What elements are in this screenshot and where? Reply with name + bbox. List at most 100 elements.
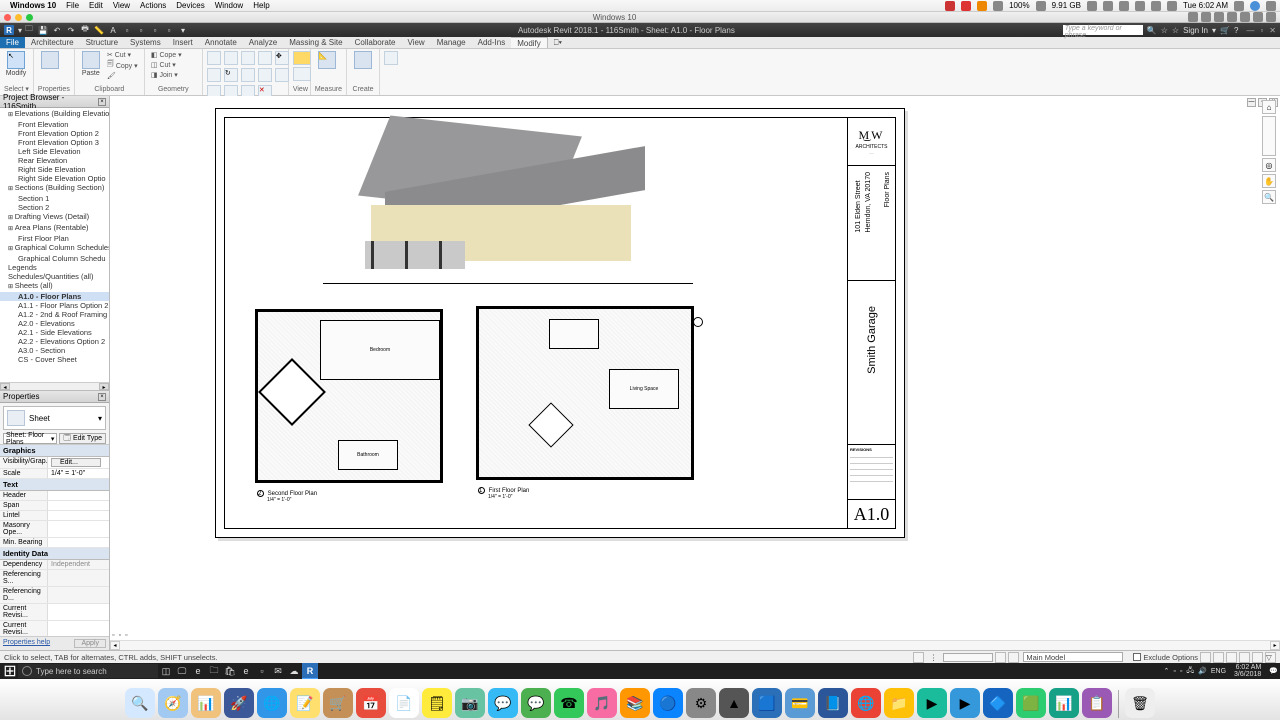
revit-taskbar-icon[interactable]: R [302,663,318,679]
taskbar-search-input[interactable]: Type here to search [18,664,158,678]
mac-menu-window[interactable]: Window [215,1,243,10]
tree-item[interactable]: CS - Cover Sheet [0,355,109,364]
wifi-icon[interactable] [1151,1,1161,11]
dock-app-icon[interactable]: 🚀 [224,688,254,718]
exclude-options-checkbox[interactable]: Exclude Options [1133,653,1198,662]
minimize-window-button[interactable] [15,14,22,21]
status-icon[interactable] [1087,1,1097,11]
property-section[interactable]: Graphics [0,445,109,457]
tree-item[interactable]: Front Elevation [0,120,109,129]
vm-control-icon[interactable] [1253,12,1263,22]
tree-item[interactable]: Legends [0,263,109,272]
dock-app-icon[interactable]: 🟦 [752,688,782,718]
mac-clock[interactable]: Tue 6:02 AM [1183,1,1228,10]
mdi-minimize-button[interactable]: — [1247,98,1256,107]
scroll-track[interactable] [10,383,99,390]
tree-item[interactable]: Elevations (Building Elevation [0,109,109,120]
copy-button[interactable] [207,68,221,82]
property-row[interactable]: Min. Bearing [0,538,109,548]
tree-item[interactable]: Drafting Views (Detail) [0,212,109,223]
match-button[interactable]: 🖌 [107,72,138,80]
view-button[interactable] [293,67,311,81]
sheet-view[interactable]: M͜W ARCHITECTS —– 101 Elden StreetHerndo… [215,108,905,538]
nav-home-icon[interactable]: ⌂ [1262,100,1276,114]
dock-app-icon[interactable]: 📋 [1082,688,1112,718]
sign-in-button[interactable]: Sign In [1183,26,1208,35]
tab-collaborate[interactable]: Collaborate [349,37,402,48]
tab-structure[interactable]: Structure [80,37,124,48]
dock-app-icon[interactable]: 🔍 [125,688,155,718]
dock-app-icon[interactable]: 🌐 [257,688,287,718]
taskbar-app-icon[interactable]: 🖵 [174,663,190,679]
properties-button[interactable] [38,51,62,69]
mac-menu-help[interactable]: Help [253,1,269,10]
cut-geom-button[interactable]: ◫ Cut ▾ [151,61,198,69]
explorer-icon[interactable]: 🗀 [206,663,222,679]
drawing-canvas[interactable]: — ▫ × ⌂ ◎ ✋ 🔍 M͜W ARCHITECTS —– [110,96,1280,650]
mirror-button[interactable] [241,51,255,65]
dock-app-icon[interactable]: ⚙ [686,688,716,718]
property-row[interactable]: Scale1/4" = 1'-0" [0,469,109,479]
property-row[interactable]: Masonry Ope... [0,521,109,538]
tree-item[interactable]: Right Side Elevation Optio [0,174,109,183]
copy-button[interactable]: 🗐 Copy ▾ [107,60,138,71]
status-button[interactable] [1200,652,1211,663]
split-button[interactable] [258,68,272,82]
align-button[interactable] [207,51,221,65]
tab-massing[interactable]: Massing & Site [283,37,348,48]
scroll-right-button[interactable]: ▸ [1270,641,1280,650]
dock-app-icon[interactable]: 📝 [290,688,320,718]
scroll-right-button[interactable]: ▸ [99,383,109,390]
instance-selector[interactable]: Sheet: Floor Plans▾ [3,433,57,444]
app-minimize-button[interactable]: — [1246,26,1254,35]
perspective-view[interactable] [285,123,655,283]
tray-volume-icon[interactable]: 🔊 [1198,667,1207,675]
qat-redo-icon[interactable]: ↷ [66,25,76,35]
tree-item[interactable]: Section 2 [0,203,109,212]
mac-menu-devices[interactable]: Devices [176,1,204,10]
dock-app-icon[interactable]: 🧭 [158,688,188,718]
tree-item[interactable]: Right Side Elevation [0,165,109,174]
status-icon[interactable] [961,1,971,11]
qat-save-icon[interactable]: 💾 [38,25,48,35]
tree-item[interactable]: A1.0 - Floor Plans [0,292,109,301]
tab-manage[interactable]: Manage [431,37,472,48]
tree-item[interactable]: A2.0 - Elevations [0,319,109,328]
qat-undo-icon[interactable]: ↶ [52,25,62,35]
edge-icon[interactable]: e [190,663,206,679]
tree-item[interactable]: Area Plans (Rentable) [0,223,109,234]
mac-app-name[interactable]: Windows 10 [10,1,56,10]
taskbar-clock[interactable]: 6:02 AM3/6/2018 [1230,664,1265,678]
trim-button[interactable] [241,68,255,82]
tree-item[interactable]: A2.1 - Side Elevations [0,328,109,337]
dock-app-icon[interactable]: ▶ [917,688,947,718]
ie-icon[interactable]: e [238,663,254,679]
move-button[interactable]: ✥ [275,51,289,65]
cortana-icon[interactable] [22,666,32,676]
tree-item[interactable]: Front Elevation Option 2 [0,129,109,138]
vcb-scale[interactable]: ▫ [112,632,114,639]
status-icon[interactable] [1135,1,1145,11]
mac-menu-view[interactable]: View [113,1,130,10]
mac-menu-file[interactable]: File [66,1,79,10]
taskbar-app-icon[interactable]: ☁ [286,663,302,679]
status-icon[interactable] [993,1,1003,11]
tray-lang[interactable]: ENG [1211,668,1226,675]
qat-star-icon[interactable]: ☆ [1161,26,1168,35]
dock-app-icon[interactable]: 📅 [356,688,386,718]
mirror2-button[interactable] [258,51,272,65]
dock-app-icon[interactable]: 🎵 [587,688,617,718]
status-button[interactable] [995,652,1006,663]
tray-network-icon[interactable]: 🖧 [1186,666,1194,677]
zoom-window-button[interactable] [26,14,33,21]
vm-control-icon[interactable] [1188,12,1198,22]
tray-chevron-icon[interactable]: ⌃ [1163,667,1169,675]
tree-item[interactable]: A3.0 - Section [0,346,109,355]
tray-icon[interactable]: ▫ [1173,668,1175,675]
vm-control-icon[interactable] [1201,12,1211,22]
start-button[interactable]: ⊞ [2,663,18,679]
vcb-style[interactable]: ▫ [125,632,127,639]
dock-app-icon[interactable]: 📁 [884,688,914,718]
notifications-icon[interactable] [1266,1,1276,11]
dock-app-icon[interactable]: 🌐 [851,688,881,718]
